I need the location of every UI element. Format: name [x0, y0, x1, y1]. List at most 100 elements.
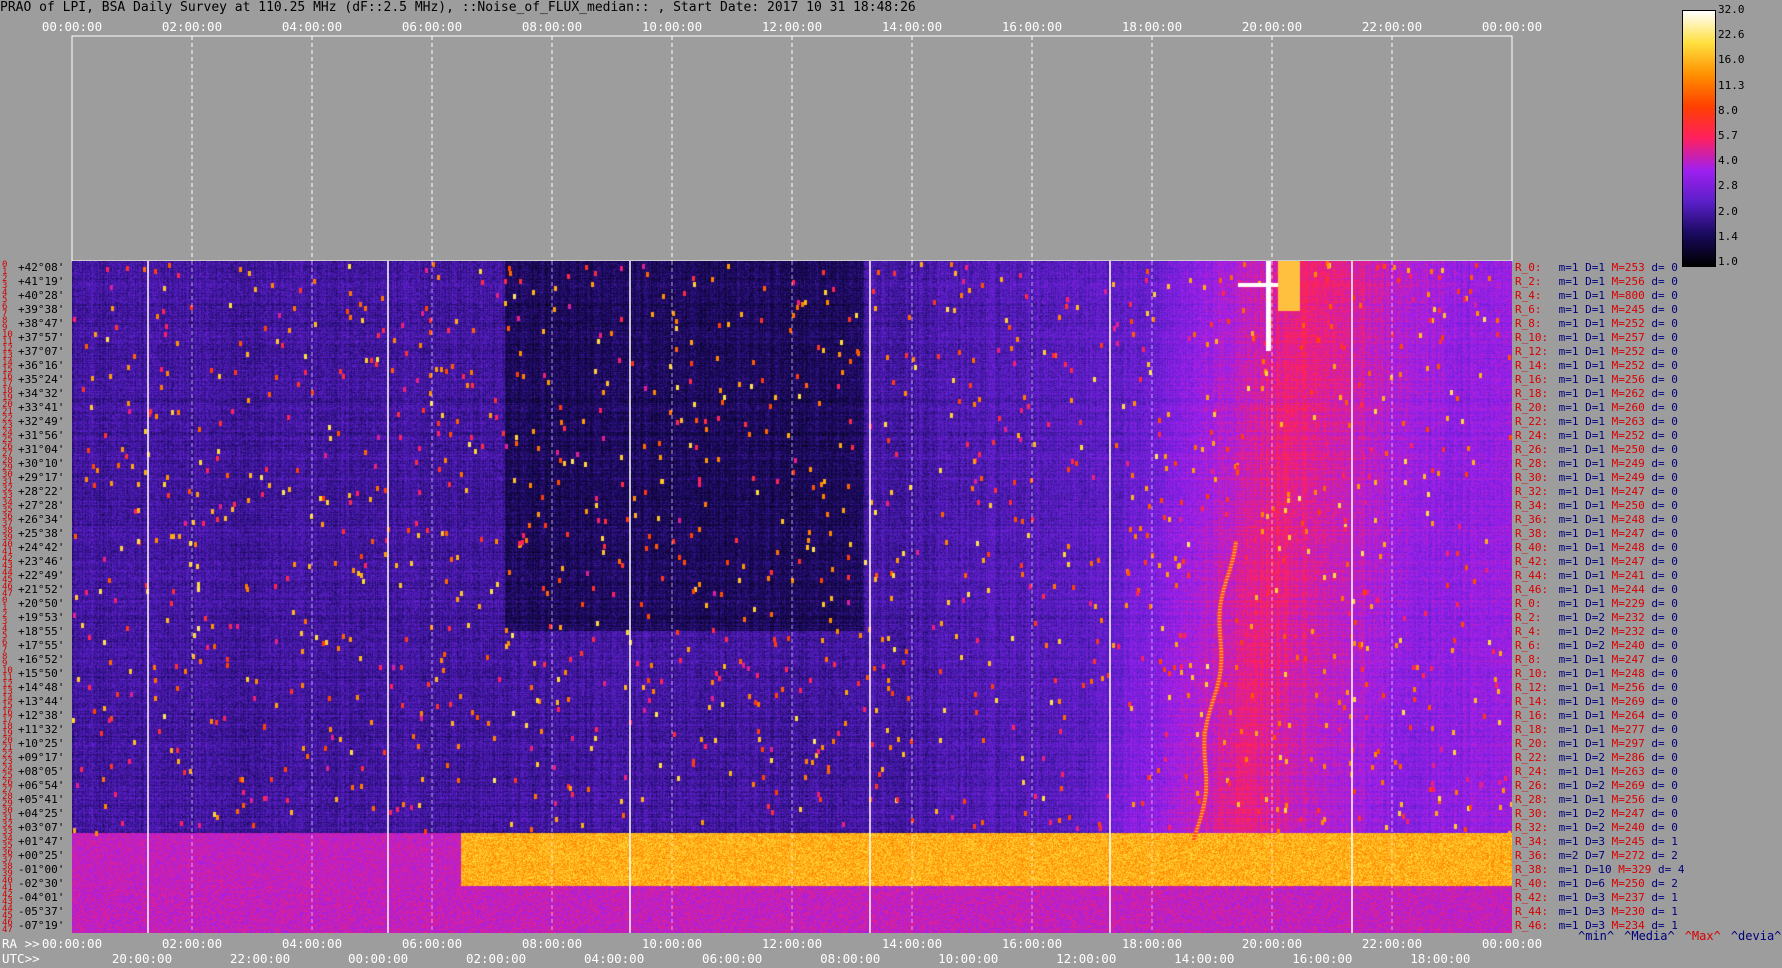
row-stat-max: M=252	[1605, 429, 1645, 442]
utc-axis-tick: 14:00:00	[1174, 951, 1235, 966]
row-stat-dev: d= 0	[1644, 709, 1678, 722]
ra-axis-tick: 14:00:00	[881, 936, 943, 951]
row-stat-median: D=1	[1578, 513, 1605, 526]
declination-label: +26°34'	[18, 513, 65, 526]
declination-label: +06°54'	[18, 779, 65, 792]
row-stat: R_42: m=1 D=3 M=237 d= 1	[1515, 891, 1678, 904]
declination-label: +20°50'	[18, 597, 65, 610]
row-stat-dev: d= 0	[1644, 625, 1678, 638]
row-stat-median: D=1	[1578, 359, 1605, 372]
row-stat-median: D=1	[1578, 373, 1605, 386]
row-stat-id: R_14:	[1515, 695, 1549, 708]
row-stat-min: m=1	[1552, 863, 1579, 876]
row-stat-max: M=253	[1605, 261, 1645, 274]
declination-label: +11°32'	[18, 723, 65, 736]
row-stat: R_32: m=1 D=2 M=240 d= 0	[1515, 821, 1678, 834]
declination-label: -01°00'	[18, 863, 65, 876]
row-stat-dev: d= 0	[1644, 401, 1678, 414]
row-stat-id: R_4:	[1515, 289, 1542, 302]
declination-label: +28°22'	[18, 485, 65, 498]
declination-label: +34°32'	[18, 387, 65, 400]
ra-axis-tick: 06:00:00	[401, 936, 463, 951]
row-stat: R_32: m=1 D=1 M=247 d= 0	[1515, 485, 1678, 498]
row-stat-min: m=1	[1552, 513, 1579, 526]
row-stat-min: m=1	[1552, 527, 1579, 540]
row-stat-min: m=1	[1552, 331, 1579, 344]
row-stat-median: D=1	[1578, 457, 1605, 470]
row-stat-max: M=252	[1605, 317, 1645, 330]
row-stat-dev: d= 0	[1644, 681, 1678, 694]
declination-label: -02°30'	[18, 877, 65, 890]
row-stat-median: D=1	[1578, 541, 1605, 554]
row-stat-dev: d= 1	[1644, 905, 1678, 918]
row-stat-id: R_40:	[1515, 541, 1549, 554]
row-stat: R_14: m=1 D=1 M=252 d= 0	[1515, 359, 1678, 372]
row-stat: R_34: m=1 D=1 M=250 d= 0	[1515, 499, 1678, 512]
row-stat-median: D=2	[1578, 779, 1605, 792]
colorbar-gradient	[1683, 11, 1715, 266]
row-stat-median: D=1	[1578, 555, 1605, 568]
row-stat-median: D=1	[1578, 597, 1605, 610]
row-stat-dev: d= 0	[1644, 667, 1678, 680]
row-stat-max: M=244	[1605, 583, 1645, 596]
row-stat-max: M=269	[1605, 779, 1645, 792]
row-stat-max: M=248	[1605, 513, 1645, 526]
row-stat-dev: d= 0	[1644, 737, 1678, 750]
row-stat-id: R_32:	[1515, 485, 1549, 498]
row-stat-median: D=1	[1578, 569, 1605, 582]
declination-label: +16°52'	[18, 653, 65, 666]
declination-label: +40°28'	[18, 289, 65, 302]
row-stat-min: m=1	[1552, 373, 1579, 386]
row-stat-max: M=263	[1605, 765, 1645, 778]
row-stat-id: R_16:	[1515, 709, 1549, 722]
declination-label: +03°07'	[18, 821, 65, 834]
row-stat-median: D=1	[1578, 401, 1605, 414]
utc-axis-tick: 16:00:00	[1292, 951, 1353, 966]
colorbar-tick: 2.8	[1718, 179, 1738, 193]
row-stat-max: M=277	[1605, 723, 1645, 736]
row-stat-min: m=1	[1552, 569, 1579, 582]
colorbar-tick: 1.0	[1718, 255, 1738, 268]
row-stat-min: m=1	[1552, 583, 1579, 596]
row-stat-min: m=1	[1552, 751, 1579, 764]
row-stat-min: m=1	[1552, 387, 1579, 400]
ra-axis-label: RA >>	[2, 936, 40, 951]
declination-label: +29°17'	[18, 471, 65, 484]
row-stat-max: M=264	[1605, 709, 1645, 722]
row-stat-max: M=272	[1605, 849, 1645, 862]
row-stat: R_2: m=1 D=1 M=256 d= 0	[1515, 275, 1678, 288]
row-stat-dev: d= 0	[1644, 303, 1678, 316]
row-stat-dev: d= 0	[1644, 639, 1678, 652]
row-stat-min: m=1	[1552, 681, 1579, 694]
row-stat-max: M=252	[1605, 345, 1645, 358]
row-stat: R_36: m=1 D=1 M=248 d= 0	[1515, 513, 1678, 526]
row-stat-dev: d= 0	[1644, 527, 1678, 540]
row-stat: R_42: m=1 D=1 M=247 d= 0	[1515, 555, 1678, 568]
row-stat-max: M=262	[1605, 387, 1645, 400]
row-stat-median: D=1	[1578, 681, 1605, 694]
row-stat-max: M=257	[1605, 331, 1645, 344]
row-stat-max: M=247	[1605, 527, 1645, 540]
row-stat-max: M=260	[1605, 401, 1645, 414]
declination-label: -04°01'	[18, 891, 65, 904]
declination-label: +17°55'	[18, 639, 65, 652]
row-stat: R_28: m=1 D=1 M=256 d= 0	[1515, 793, 1678, 806]
declination-label: +30°10'	[18, 457, 65, 470]
ra-axis-tick: 20:00:00	[1241, 936, 1303, 951]
colorbar-tick: 2.0	[1718, 204, 1738, 218]
top-axis-tick: 22:00:00	[1361, 19, 1423, 34]
utc-axis-tick: 04:00:00	[584, 951, 645, 966]
row-stat-median: D=2	[1578, 639, 1605, 652]
row-stat-max: M=247	[1605, 485, 1645, 498]
row-stat-max: M=256	[1605, 275, 1645, 288]
row-stat-max: M=247	[1605, 653, 1645, 666]
top-axis-tick: 10:00:00	[641, 19, 703, 34]
heatmap-canvas	[72, 261, 1512, 933]
row-stat: R_26: m=1 D=1 M=250 d= 0	[1515, 443, 1678, 456]
row-stat: R_10: m=1 D=1 M=257 d= 0	[1515, 331, 1678, 344]
row-stat: R_28: m=1 D=1 M=249 d= 0	[1515, 457, 1678, 470]
row-stat-median: D=1	[1578, 695, 1605, 708]
row-stat-max: M=286	[1605, 751, 1645, 764]
declination-label: +19°53'	[18, 611, 65, 624]
row-stat-min: m=1	[1552, 737, 1579, 750]
